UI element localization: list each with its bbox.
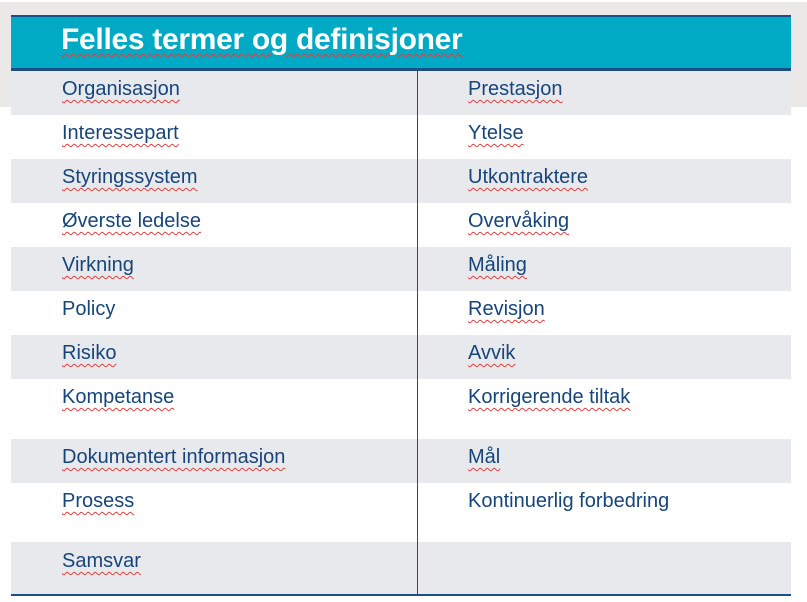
table-row: Risiko Avvik	[11, 335, 791, 379]
term-left: Dokumentert informasjon	[62, 446, 286, 468]
term-right: Prestasjon	[468, 78, 563, 100]
term-left: Interessepart	[62, 122, 179, 144]
term-right: Overvåking	[468, 210, 570, 232]
table-row: Kompetanse Korrigerende tiltak	[11, 379, 791, 439]
term-right: Avvik	[468, 342, 516, 364]
term-right: Korrigerende tiltak	[468, 386, 631, 408]
table-row: Virkning Måling	[11, 247, 791, 291]
table-row: Samsvar	[11, 542, 791, 594]
slide-title: Felles termer og definisjoner	[61, 23, 463, 56]
table-row: Dokumentert informasjon Mål	[11, 439, 791, 483]
term-left: Styringssystem	[62, 166, 198, 188]
term-left: Policy	[62, 298, 116, 320]
table-row: Policy Revisjon	[11, 291, 791, 335]
term-left: Risiko	[62, 342, 117, 364]
table-row: Prosess Kontinuerlig forbedring	[11, 483, 791, 542]
table-row: Organisasjon Prestasjon	[11, 71, 791, 115]
table-row: Øverste ledelse Overvåking	[11, 203, 791, 247]
term-right: Utkontraktere	[468, 166, 589, 188]
term-right: Mål	[468, 446, 501, 468]
term-right: Kontinuerlig forbedring	[468, 490, 670, 512]
term-right: Revisjon	[468, 298, 545, 320]
term-left: Øverste ledelse	[62, 210, 201, 232]
table-bottom-border	[11, 594, 791, 596]
table-row: Styringssystem Utkontraktere	[11, 159, 791, 203]
table-row: Interessepart Ytelse	[11, 115, 791, 159]
term-left: Virkning	[62, 254, 134, 276]
term-right: Ytelse	[468, 122, 524, 144]
term-left: Samsvar	[62, 550, 141, 572]
term-left: Prosess	[62, 490, 135, 512]
column-divider	[417, 71, 418, 596]
table-header: Felles termer og definisjoner	[11, 15, 791, 71]
term-left: Kompetanse	[62, 386, 175, 408]
term-right: Måling	[468, 254, 527, 276]
term-left: Organisasjon	[62, 78, 180, 100]
